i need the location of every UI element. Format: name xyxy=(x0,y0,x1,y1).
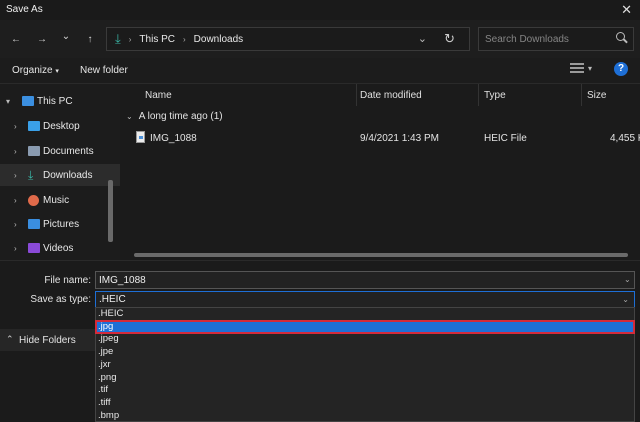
column-divider[interactable] xyxy=(478,84,479,106)
command-bar: Organize ▾ New folder ▾ ? xyxy=(0,58,640,84)
file-type: HEIC File xyxy=(484,133,527,144)
chevron-down-icon: ▾ xyxy=(55,68,59,75)
search-icon[interactable] xyxy=(616,32,625,41)
type-option-png[interactable]: .png xyxy=(96,372,634,385)
save-as-type-select[interactable]: .HEIC ⌄ xyxy=(95,291,635,308)
chevron-right-icon[interactable]: › xyxy=(14,171,17,180)
breadcrumb-downloads[interactable]: Downloads xyxy=(194,34,243,45)
music-icon xyxy=(28,194,39,206)
search-box[interactable] xyxy=(478,27,634,51)
title-bar: Save As ✕ xyxy=(0,0,640,20)
selected-type: .HEIC xyxy=(99,294,126,305)
chevron-right-icon: › xyxy=(182,34,186,44)
pictures-icon xyxy=(28,219,40,229)
type-option-jxr[interactable]: .jxr xyxy=(96,359,634,372)
pc-icon xyxy=(22,96,34,106)
file-name-input[interactable] xyxy=(95,271,635,289)
file-name-label: File name: xyxy=(44,275,91,286)
type-option-bmp[interactable]: .bmp xyxy=(96,410,634,422)
sidebar-item-label: Desktop xyxy=(43,120,80,132)
type-option-tif[interactable]: .tif xyxy=(96,384,634,397)
column-header-type[interactable]: Type xyxy=(484,90,506,101)
column-headers: Name Date modified Type Size xyxy=(120,84,640,106)
back-arrow-icon[interactable]: ← xyxy=(6,28,26,50)
file-list: Name Date modified Type Size ⌄ A long tim… xyxy=(120,84,640,260)
chevron-right-icon[interactable]: › xyxy=(14,244,17,253)
sidebar-item-documents[interactable]: › Documents xyxy=(0,140,120,162)
chevron-right-icon[interactable]: › xyxy=(14,147,17,156)
chevron-down-icon[interactable]: ⌄ xyxy=(418,32,427,45)
type-option-jpg[interactable]: .jpg xyxy=(95,319,635,335)
type-option-heic[interactable]: .HEIC xyxy=(96,308,634,321)
sidebar-item-label: This PC xyxy=(37,95,73,107)
up-arrow-icon[interactable]: ↑ xyxy=(80,28,100,50)
image-file-icon xyxy=(136,131,145,143)
group-header[interactable]: ⌄ A long time ago (1) xyxy=(126,111,223,122)
group-label: A long time ago (1) xyxy=(138,111,223,122)
chevron-down-icon[interactable]: ⌄ xyxy=(624,275,631,284)
videos-icon xyxy=(28,243,40,253)
refresh-icon[interactable]: ↻ xyxy=(444,31,455,47)
type-option-jpeg[interactable]: .jpeg xyxy=(96,333,634,346)
sidebar-scrollbar[interactable] xyxy=(108,180,113,242)
file-date: 9/4/2021 1:43 PM xyxy=(360,133,439,144)
search-input[interactable] xyxy=(485,32,611,47)
chevron-down-icon[interactable]: ⌄ xyxy=(126,112,133,121)
chevron-down-icon[interactable]: ▾ xyxy=(6,97,10,106)
window-title: Save As xyxy=(6,4,43,15)
sidebar-item-desktop[interactable]: › Desktop xyxy=(0,115,120,137)
download-arrow-icon: ⤓ xyxy=(28,168,34,182)
sidebar-item-label: Videos xyxy=(43,242,74,254)
type-option-jpe[interactable]: .jpe xyxy=(96,346,634,359)
column-header-size[interactable]: Size xyxy=(587,90,606,101)
close-icon[interactable]: ✕ xyxy=(621,2,632,18)
breadcrumb-this-pc[interactable]: This PC xyxy=(139,34,175,45)
chevron-right-icon[interactable]: › xyxy=(14,196,17,205)
chevron-right-icon[interactable]: › xyxy=(14,122,17,131)
table-row[interactable]: IMG_1088 9/4/2021 1:43 PM HEIC File 4,45… xyxy=(120,130,640,148)
column-header-date-modified[interactable]: Date modified xyxy=(360,90,422,101)
chevron-right-icon: › xyxy=(128,34,132,44)
chevron-down-icon[interactable]: ⌄ xyxy=(622,295,629,304)
sidebar-item-label: Pictures xyxy=(43,218,80,230)
sidebar-item-label: Documents xyxy=(43,145,94,157)
new-folder-button[interactable]: New folder xyxy=(80,65,128,76)
sidebar-item-music[interactable]: › Music xyxy=(0,189,120,211)
recent-locations-icon[interactable]: ⌄ xyxy=(56,25,76,47)
chevron-up-icon: ⌃ xyxy=(6,334,14,344)
save-as-type-label: Save as type: xyxy=(30,294,91,305)
documents-icon xyxy=(28,146,40,156)
type-option-tiff[interactable]: .tiff xyxy=(96,397,634,410)
address-bar[interactable]: ⤓ › This PC › Downloads ⌄ ↻ xyxy=(106,27,470,51)
forward-arrow-icon[interactable]: → xyxy=(32,28,52,50)
view-list-icon[interactable] xyxy=(570,63,584,75)
sidebar-item-pictures[interactable]: › Pictures xyxy=(0,213,120,235)
sidebar-item-this-pc[interactable]: ▾ This PC xyxy=(0,90,120,112)
sidebar-item-downloads[interactable]: › ⤓ Downloads xyxy=(0,164,120,186)
file-size: 4,455 K xyxy=(610,133,640,144)
column-divider[interactable] xyxy=(356,84,357,106)
type-dropdown-list: .HEIC .jpg .jpeg .jpe .jxr .png .tif .ti… xyxy=(95,307,635,422)
organize-button[interactable]: Organize ▾ xyxy=(12,65,59,76)
desktop-icon xyxy=(28,121,40,131)
hide-folders-label: Hide Folders xyxy=(19,335,76,346)
horizontal-scrollbar[interactable] xyxy=(134,253,628,257)
column-divider[interactable] xyxy=(581,84,582,106)
chevron-down-icon[interactable]: ▾ xyxy=(588,64,592,73)
navigation-bar: ← → ⌄ ↑ ⤓ › This PC › Downloads ⌄ ↻ xyxy=(0,20,640,58)
sidebar-item-label: Music xyxy=(43,194,70,206)
navigation-pane: ▾ This PC › Desktop › Documents › ⤓ Down… xyxy=(0,84,120,260)
file-name: IMG_1088 xyxy=(150,133,197,144)
download-arrow-icon: ⤓ xyxy=(115,31,121,46)
chevron-right-icon[interactable]: › xyxy=(14,220,17,229)
column-header-name[interactable]: Name xyxy=(145,90,172,101)
help-icon[interactable]: ? xyxy=(614,62,628,76)
hide-folders-button[interactable]: ⌃ Hide Folders xyxy=(0,329,96,351)
sidebar-item-label: Downloads xyxy=(43,169,93,181)
sidebar-item-videos[interactable]: › Videos xyxy=(0,237,120,259)
